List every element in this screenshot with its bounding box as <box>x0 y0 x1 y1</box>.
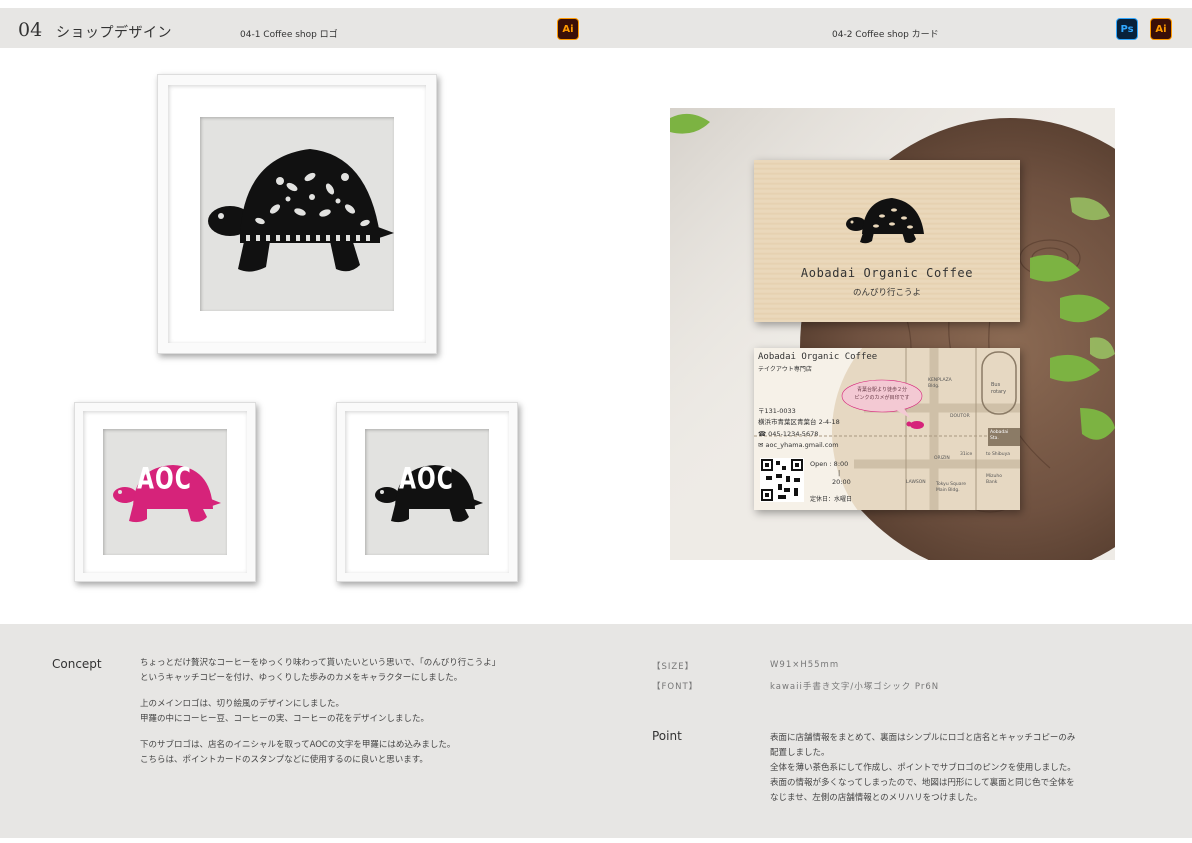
card-front-turtle <box>846 198 924 244</box>
size-value: W91×H55mm <box>770 660 840 670</box>
ps-icon: Ps <box>1116 18 1138 40</box>
pink-logo-text: AOC <box>137 462 192 497</box>
map-label-kenplaza: KENPLAZA Bldg. <box>928 378 952 389</box>
card-front-catch: のんびり行こうよ <box>852 288 921 298</box>
store-email: ✉ aoc_yhama.gmail.com <box>758 441 839 449</box>
black-logo-text: AOC <box>399 462 454 497</box>
point-line: 表面の情報が多くなってしまったので、地図は円形にして裏面と同じ色で全体を <box>770 778 1075 788</box>
store-address: 横浜市青葉区青葉台 2-4-18 <box>758 418 840 426</box>
hours-info: Open : 8:00 | 20:00 <box>810 460 851 487</box>
card-mockup-scene: Aobadai Organic Coffee のんびり行こうよ Aobadai … <box>670 108 1115 560</box>
map-label-ice: 31ice <box>960 452 973 457</box>
section-title: ショップデザイン <box>56 25 172 41</box>
ai-icon: Ai <box>1150 18 1172 40</box>
bubble-line1: 青葉台駅より徒歩２分 <box>857 387 907 393</box>
closed-day: 定休日：水曜日 <box>810 496 853 503</box>
section-number: 04 <box>18 19 43 41</box>
subsection-logo-title: 04-1 Coffee shop ロゴ <box>240 30 338 40</box>
point-line: 配置しました。 <box>770 748 830 758</box>
point-line: なじませ、左側の店舗情報とのメリハリをつけました。 <box>770 793 983 803</box>
map-label-doutor: DOUTOR <box>950 414 970 419</box>
postal-code: 〒131-0033 <box>758 407 796 415</box>
concept-label: Concept <box>52 657 102 671</box>
map-label-origin: ORIZIN <box>934 456 950 461</box>
point-line: 全体を薄い茶色系にして作成し、ポイントでサブロゴのピンクを使用しました。 <box>770 763 1076 773</box>
subsection-card-title: 04-2 Coffee shop カード <box>832 30 939 40</box>
map-label-lawson: LAWSON <box>906 480 926 485</box>
black-logo-mat: AOC <box>365 429 489 555</box>
ai-icon: Ai <box>557 18 579 40</box>
point-label: Point <box>652 729 682 743</box>
card-back-type: テイクアウト専門店 <box>758 366 812 373</box>
card-back-name: Aobadai Organic Coffee <box>758 352 878 362</box>
concept-line: こちらは、ポイントカードのスタンプなどに使用するのに良いと思います。 <box>140 755 428 765</box>
map-label-to-shibuya: to Shibuya <box>986 452 1011 457</box>
point-line: 表面に店舗情報をまとめて、裏面はシンプルにロゴと店名とキャッチコピーのみ <box>770 733 1076 743</box>
main-turtle-logo <box>208 149 394 272</box>
concept-line: 下のサブロゴは、店名のイニシャルを取ってAOCの文字を甲羅にはめ込みました。 <box>140 740 456 750</box>
pink-logo-frame: AOC <box>74 402 256 582</box>
page-header: 04 ショップデザイン 04-1 Coffee shop ロゴ Ai 04-2 … <box>0 8 1192 48</box>
concept-line: ちょっとだけ贅沢なコーヒーをゆっくり味わって貰いたいという思いで、「のんびり行こ… <box>140 658 501 668</box>
black-logo-frame: AOC <box>336 402 518 582</box>
point-text: 表面に店舗情報をまとめて、裏面はシンプルにロゴと店名とキャッチコピーのみ 配置し… <box>770 731 1076 806</box>
open-hours: Open : 8:00 <box>810 460 849 468</box>
font-value: kawaii手書き文字/小塚ゴシック Pr6N <box>770 682 940 692</box>
description-panel: Concept ちょっとだけ贅沢なコーヒーをゆっくり味わって貰いたいという思いで… <box>0 624 1192 838</box>
concept-text: ちょっとだけ贅沢なコーヒーをゆっくり味わって貰いたいという思いで、「のんびり行こ… <box>140 656 500 768</box>
bubble-line2: ピンクのカメが目印です <box>854 395 910 401</box>
close-hours: 20:00 <box>832 478 851 486</box>
map-label-station: Aobadai Sta. <box>990 430 1009 441</box>
font-label: 【FONT】 <box>652 682 699 692</box>
card-back: Aobadai Organic Coffee テイクアウト専門店 青葉台駅より徒… <box>754 348 1020 510</box>
map-label-tokyu: Tokyu Square Main Bldg. <box>936 482 966 493</box>
map-label-bus: Bus rotary <box>991 382 1007 395</box>
card-front-name: Aobadai Organic Coffee <box>800 266 974 280</box>
hours-separator: | <box>838 469 841 477</box>
concept-line: 上のメインロゴは、切り絵風のデザインにしました。 <box>140 699 345 709</box>
concept-line: 甲羅の中にコーヒー豆、コーヒーの実、コーヒーの花をデザインしました。 <box>140 714 430 724</box>
pink-logo-mat: AOC <box>103 429 227 555</box>
map-label-mizuho: Mizuho Bank <box>986 474 1002 485</box>
portfolio-page: 04 ショップデザイン 04-1 Coffee shop ロゴ Ai 04-2 … <box>0 0 1192 843</box>
main-logo-frame <box>157 74 437 354</box>
store-phone: ☎ 045-1234-5678 <box>758 430 819 438</box>
card-front: Aobadai Organic Coffee のんびり行こうよ <box>754 160 1020 322</box>
concept-line: というキャッチコピーを付け、ゆっくりした歩みのカメをキャラクターにしました。 <box>140 673 463 683</box>
main-logo-mat <box>200 117 394 311</box>
size-label: 【SIZE】 <box>652 662 695 672</box>
store-info: 〒131-0033 横浜市青葉区青葉台 2-4-18 ☎ 045-1234-56… <box>758 406 840 451</box>
speech-bubble: 青葉台駅より徒歩２分 ピンクのカメが目印です <box>850 386 914 402</box>
